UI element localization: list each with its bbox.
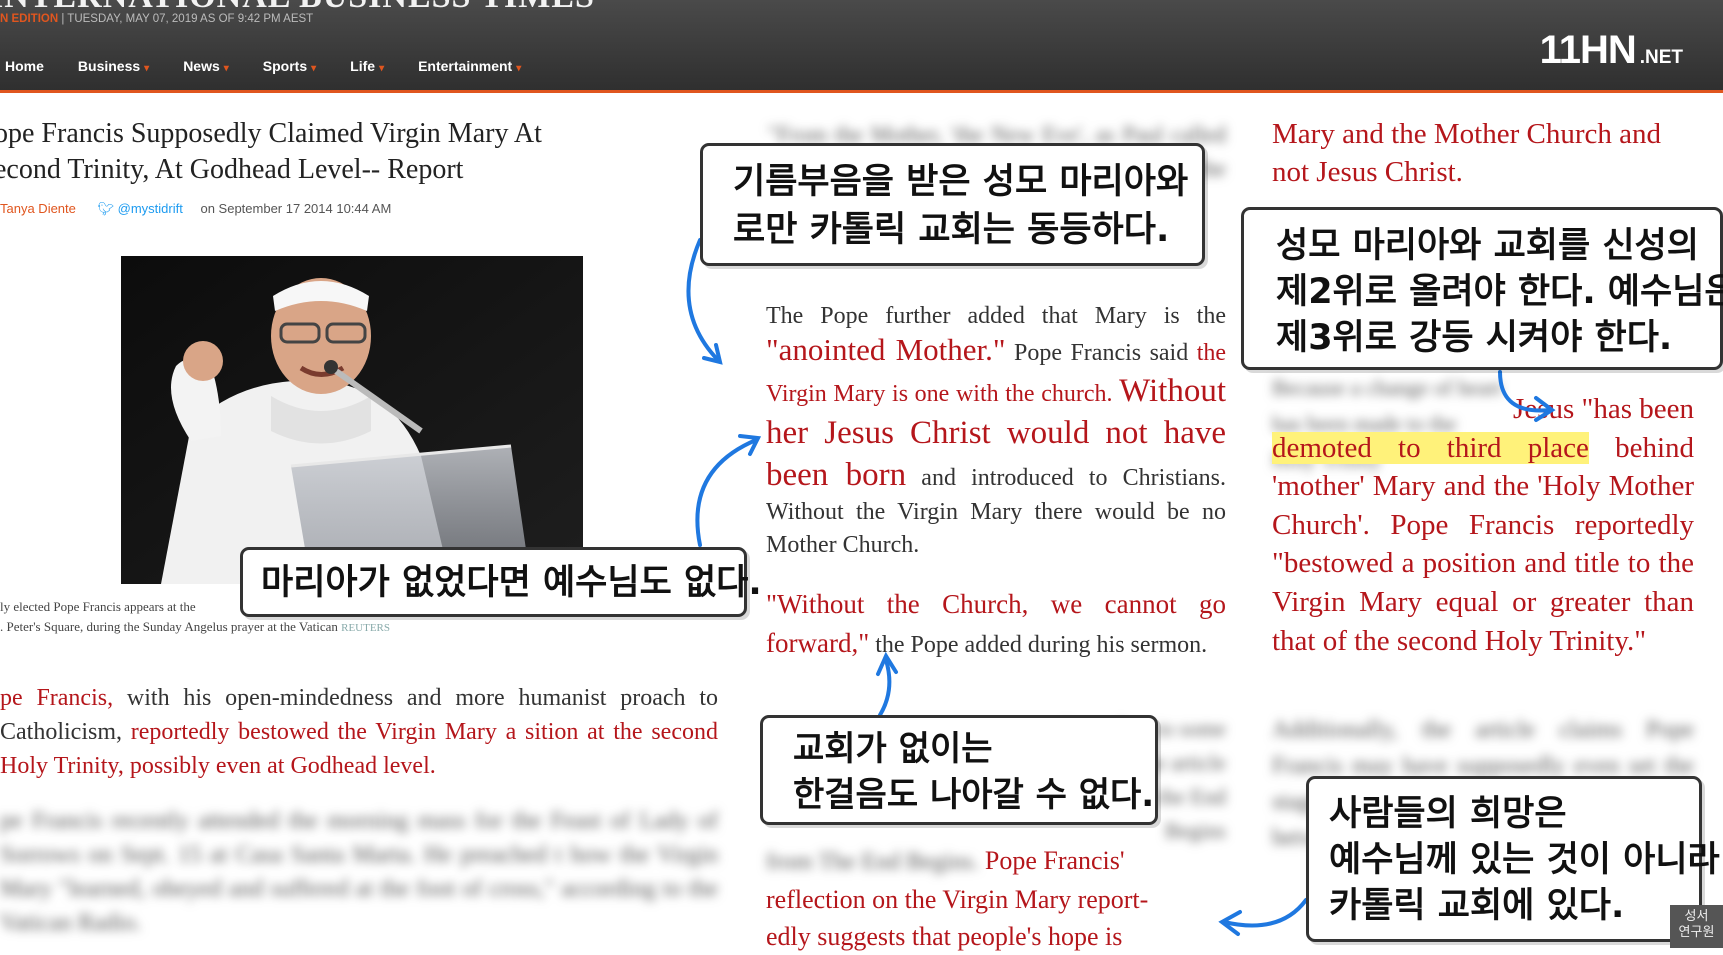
main-nav: Home Business ▾ News ▾ Sports ▾ Life ▾ Enter… [5,58,555,74]
logo-suffix: .NET [1639,47,1683,68]
bottom-red-3: edly suggests that people's hope is [766,922,1123,951]
callout-5-line-3: 카톨릭 교회에 있다. [1329,886,1625,926]
right-main-paragraph: Jesus "has been demoted to third place b… [1272,390,1694,660]
pope-photo-illustration [121,256,583,584]
logo-main: 11HN [1539,28,1637,72]
callout-3-line-1: 마리아가 없었다면 예수님도 없다. [261,563,762,603]
nav-home[interactable]: Home [5,58,44,74]
nav-entertainment-label: Entertainment [418,58,513,74]
nav-home-label: Home [5,58,44,74]
nav-life-label: Life [350,58,376,74]
arrow-callout3 [695,438,758,547]
right-top-paragraph: Mary and the Mother Church and not Jesus… [1272,118,1661,188]
callout-1-line-1: 기름부음을 받은 성모 마리아와 [733,162,1189,202]
mid-paragraph: The Pope further added that Mary is the … [766,300,1226,562]
arrow-callout4 [878,658,892,717]
chevron-down-icon: ▾ [144,63,150,74]
article-headline: ope Francis Supposedly Claimed Virgin Ma… [0,116,674,188]
callout-4-line-1: 교회가 없이는 [793,729,993,769]
chevron-down-icon: ▾ [379,63,385,74]
bottom-red-2: reflection on the Virgin Mary report- [766,885,1149,914]
chevron-down-icon: ▾ [311,63,317,74]
mid-quote: "Without the Church, we cannot go forwar… [766,585,1226,665]
callout-1-line-2: 로만 카톨릭 교회는 동등하다. [733,210,1170,250]
arrow-callout5 [1222,898,1308,928]
mid-black-2: Pope Francis said [1005,340,1197,366]
dateline: N EDITION | TUESDAY, MAY 07, 2019 AS OF … [0,13,313,25]
lead-paragraph: pe Francis, with his open-mindedness and… [0,681,718,783]
bottom-red-1: Pope Francis' [984,846,1125,875]
headline-line-2: econd Trinity, At Godhead Level-- Report [0,154,464,185]
headline-line-1: ope Francis Supposedly Claimed Virgin Ma… [0,118,542,149]
nav-sports-label: Sports [262,58,308,74]
callout-without-mary: 마리아가 없었다면 예수님도 없다. [240,547,762,617]
nav-business-label: Business [77,58,141,74]
twitter-icon: 🐦︎ [97,201,118,216]
nav-life[interactable]: Life ▾ [350,58,384,74]
nav-entertainment[interactable]: Entertainment ▾ [418,58,521,74]
blurred-paragraph-left: pe Francis recently attended the morning… [0,808,718,936]
nav-news[interactable]: News ▾ [183,58,229,74]
publish-date: on September 17 2014 10:44 AM [200,201,392,216]
channel-stamp: 성서 연구원 [1670,905,1723,948]
quote-black: the Pope added during his sermon. [869,632,1208,658]
caption-line-2: . Peter's Square, during the Sunday Ange… [0,619,338,634]
callout-2-line-3: 제3위로 강등 시켜야 한다. [1276,318,1673,358]
bottom-blur: from The End Begins. [766,849,985,875]
stamp-line-1: 성서 [1684,909,1709,924]
date-text: | TUESDAY, MAY 07, 2019 AS OF 9:42 PM AE… [58,13,314,25]
callout-hope: 사람들의 희망은 예수님께 있는 것이 아니라 카톨릭 교회에 있다. [1306,776,1720,942]
caption-credit: REUTERS [341,622,391,634]
nav-business[interactable]: Business ▾ [78,58,149,74]
callout-trinity: 성모 마리아와 교회를 신성의 제2위로 올려야 한다. 예수님은 제3위로 강… [1241,207,1723,370]
callout-5-line-1: 사람들의 희망은 [1329,794,1567,834]
lead-red-1: pe Francis, [0,685,114,711]
callout-2-line-2: 제2위로 올려야 한다. 예수님은 [1276,272,1723,312]
callout-without-church: 교회가 없이는 한걸음도 나아갈 수 없다. [760,715,1158,825]
anointed-quote: "anointed Mother." [766,332,1006,367]
nav-sports[interactable]: Sports ▾ [263,58,316,74]
article-photo [121,256,583,584]
callout-anointed-mother: 기름부음을 받은 성모 마리아와 로만 카톨릭 교회는 동등하다. [700,143,1205,266]
callout-5-line-2: 예수님께 있는 것이 아니라 [1329,840,1720,880]
stamp-line-2: 연구원 [1678,925,1715,940]
mid-bottom-paragraph: from The End Begins. Pope Francis' refle… [766,842,1226,955]
right-jesus-line: Jesus "has been [1272,390,1694,429]
nav-news-label: News [183,58,220,74]
channel-logo: 11HN .NET [1540,28,1683,73]
callout-4-line-2: 한걸음도 나아갈 수 없다. [793,775,1155,815]
author-link[interactable]: Tanya Diente [0,201,76,216]
right-red-2: behind 'mother' Mary and the 'Holy Mothe… [1272,431,1694,657]
chevron-down-icon: ▾ [516,63,522,74]
chevron-down-icon: ▾ [223,63,229,74]
highlighted-phrase: demoted to third place [1272,431,1589,464]
mid-black-1: The Pope further added that Mary is the [766,303,1226,329]
right-red-1: Jesus "has been [1513,393,1694,425]
twitter-link[interactable]: 🐦︎ @mystidrift [98,201,183,216]
edition-label[interactable]: N EDITION [0,13,58,25]
byline: Tanya Diente 🐦︎ @mystidrift on September… [0,201,391,217]
site-header: INTERNATIONAL BUSINESS TIMES N EDITION |… [0,0,1723,93]
twitter-handle: @mystidrift [117,201,183,216]
callout-2-line-1: 성모 마리아와 교회를 신성의 [1276,226,1699,266]
